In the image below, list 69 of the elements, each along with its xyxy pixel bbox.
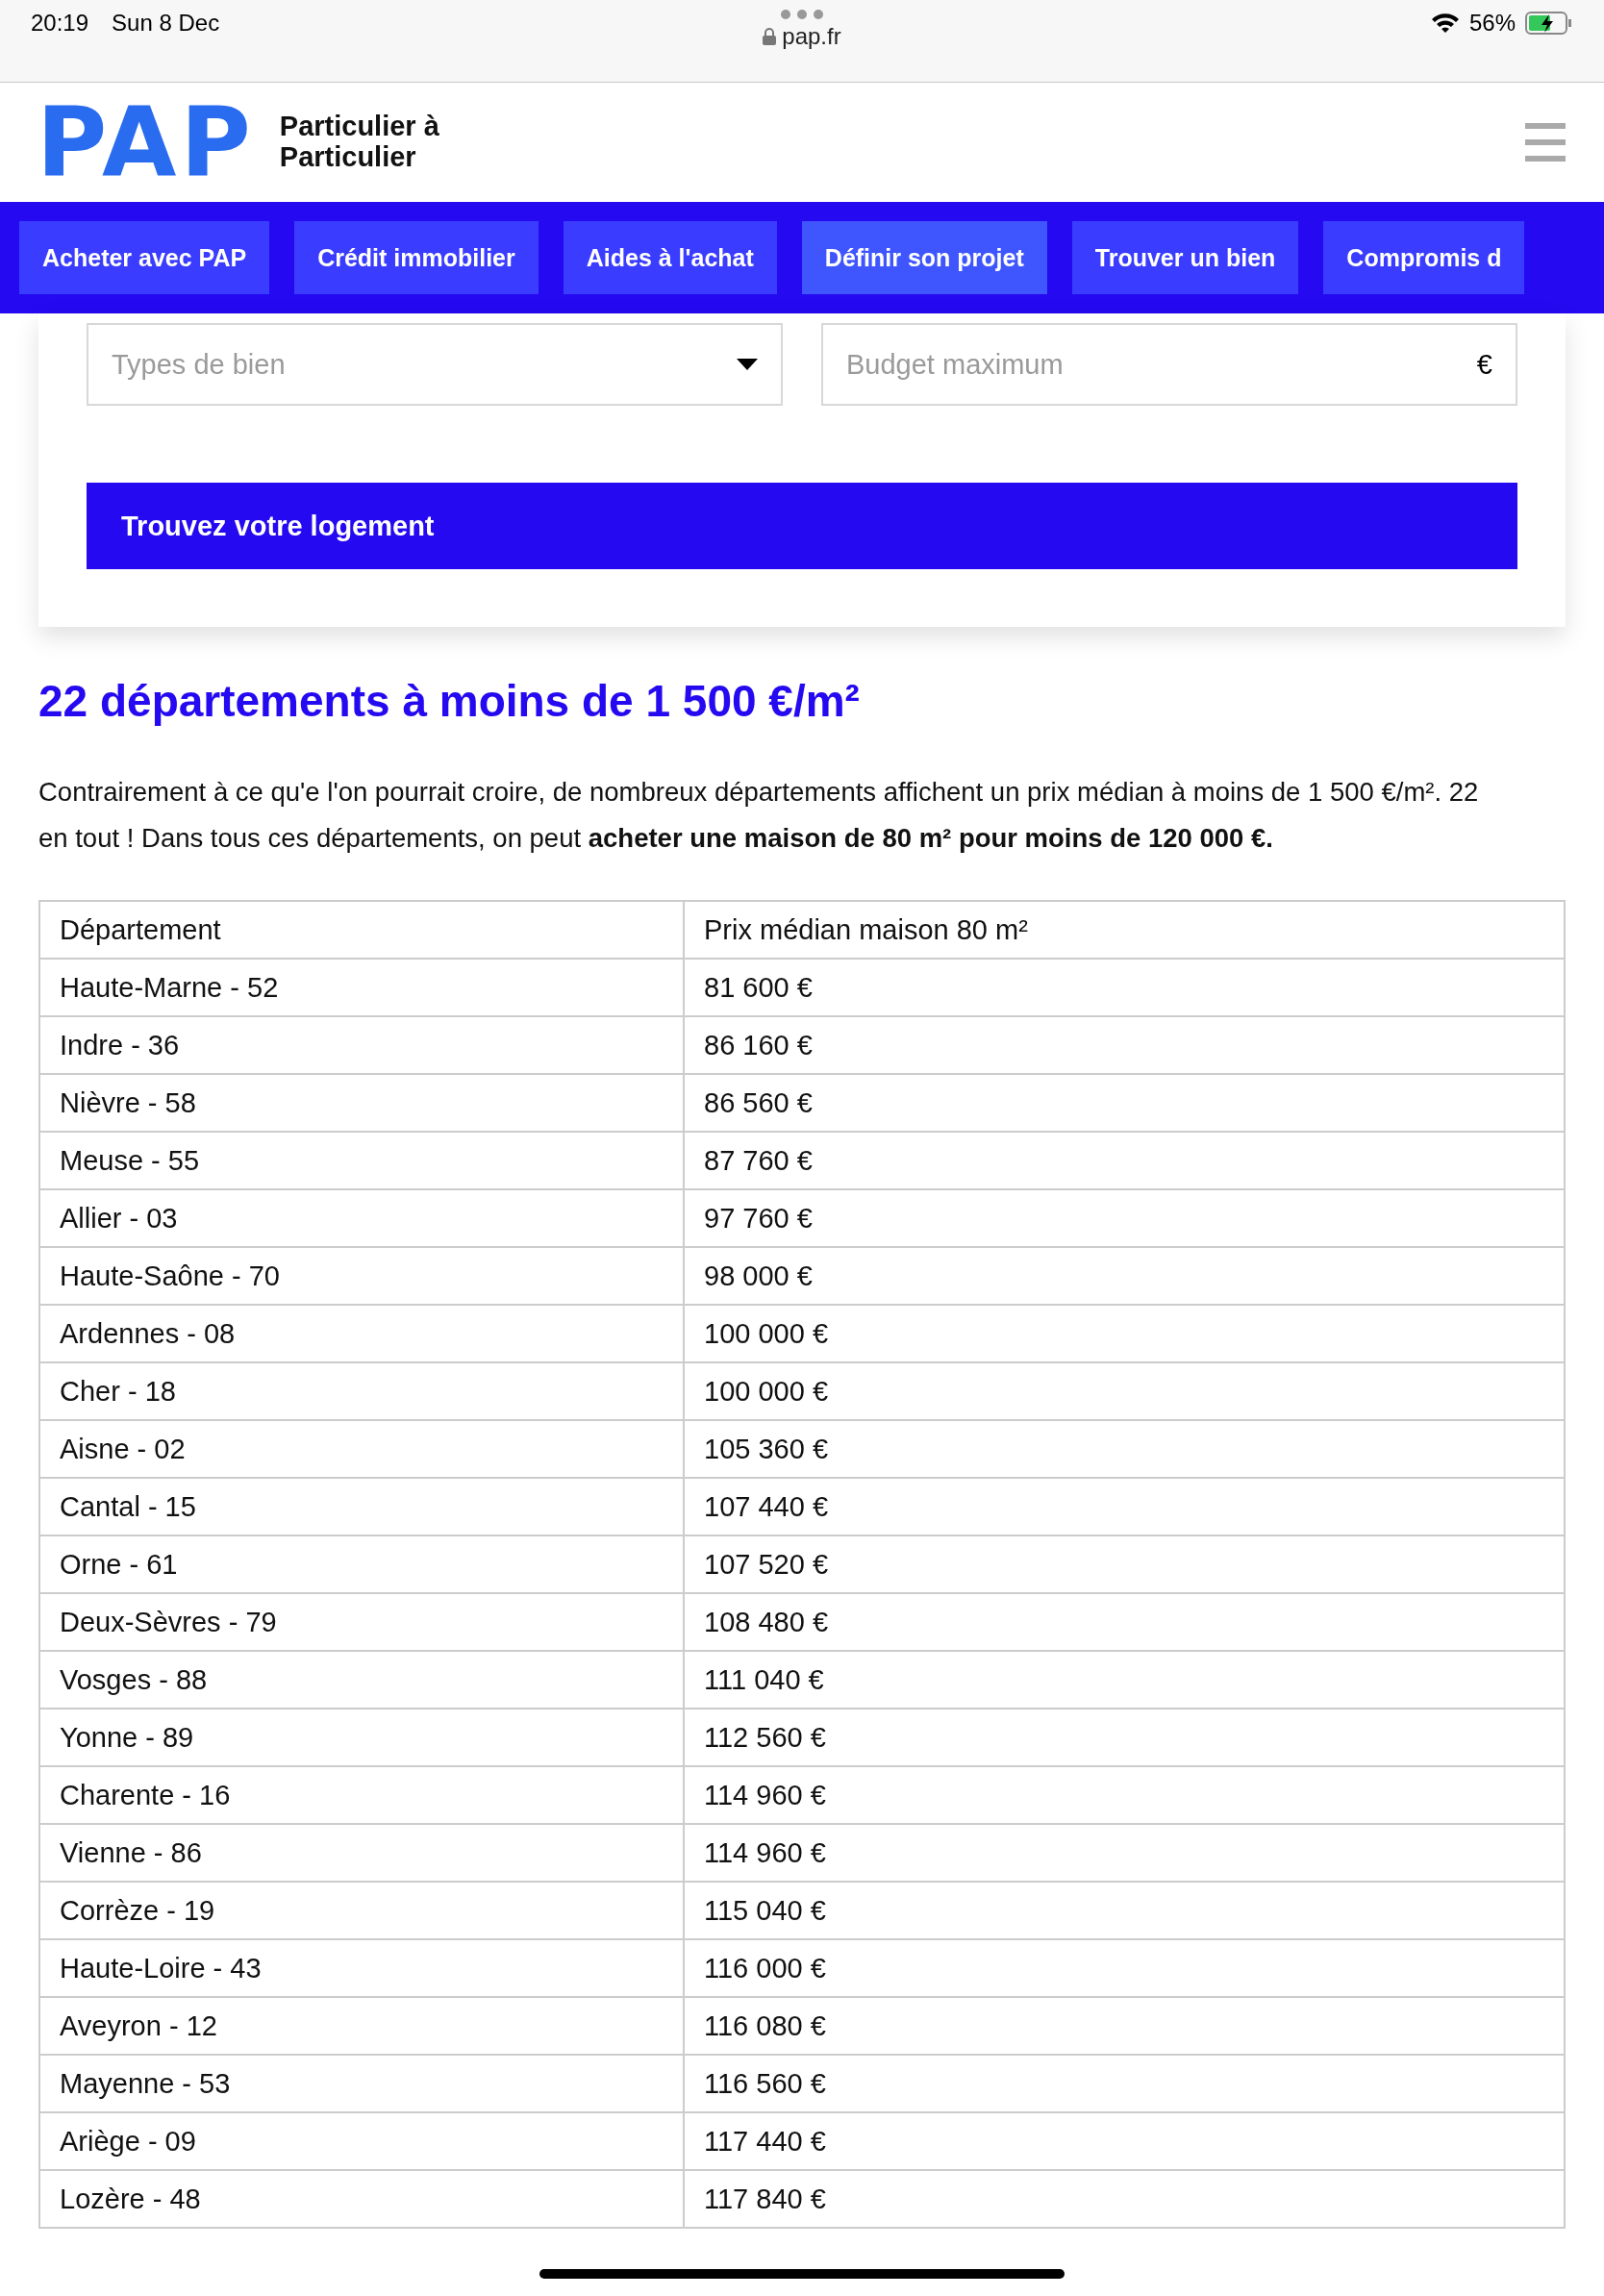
table-cell: 87 760 € [684,1132,1565,1189]
table-cell: Yonne - 89 [39,1709,684,1766]
table-cell: 114 960 € [684,1766,1565,1824]
logo[interactable]: PAP [37,94,255,190]
table-cell: 100 000 € [684,1305,1565,1362]
nav-tab[interactable]: Trouver un bien [1071,221,1299,294]
table-cell: Charente - 16 [39,1766,684,1824]
table-cell: 97 760 € [684,1189,1565,1247]
table-cell: Haute-Loire - 43 [39,1939,684,1997]
table-cell: Ardennes - 08 [39,1305,684,1362]
table-cell: Vosges - 88 [39,1651,684,1709]
table-cell: 86 160 € [684,1016,1565,1074]
table-cell: Meuse - 55 [39,1132,684,1189]
url-text[interactable]: pap.fr [782,23,841,50]
nav-tab[interactable]: Aides à l'achat [563,221,777,294]
table-cell: 117 840 € [684,2170,1565,2228]
logo-tagline: Particulier à Particulier [279,112,440,173]
table-cell: 86 560 € [684,1074,1565,1132]
table-cell: 100 000 € [684,1362,1565,1420]
nav-tab[interactable]: Compromis d [1323,221,1525,294]
table-cell: Aisne - 02 [39,1420,684,1478]
table-cell: Lozère - 48 [39,2170,684,2228]
table-cell: Allier - 03 [39,1189,684,1247]
status-time: 20:19 [31,10,89,37]
battery-percent: 56% [1468,10,1516,37]
column-header: Département [39,901,684,959]
table-cell: Aveyron - 12 [39,1997,684,2055]
table-cell: 112 560 € [684,1709,1565,1766]
table-cell: 115 040 € [684,1882,1565,1939]
table-cell: 107 440 € [684,1478,1565,1535]
budget-field[interactable]: Budget maximum € [821,323,1517,406]
dropdown-icon [737,359,758,370]
table-cell: 98 000 € [684,1247,1565,1305]
table-cell: 107 520 € [684,1535,1565,1593]
table-cell: 81 600 € [684,959,1565,1016]
table-cell: Haute-Saône - 70 [39,1247,684,1305]
table-cell: Mayenne - 53 [39,2055,684,2112]
table-cell: Cher - 18 [39,1362,684,1420]
search-button[interactable]: Trouvez votre logement [87,483,1517,569]
status-date: Sun 8 Dec [112,10,220,37]
menu-icon[interactable] [1525,123,1566,162]
table-cell: 114 960 € [684,1824,1565,1882]
table-cell: 117 440 € [684,2112,1565,2170]
nav-tab[interactable]: Crédit immobilier [294,221,539,294]
table-cell: 116 000 € [684,1939,1565,1997]
battery-charging-icon [1525,12,1573,35]
table-cell: 116 560 € [684,2055,1565,2112]
intro-paragraph: Contrairement à ce qu'e l'on pourrait croire, de nombreux départements affichent un prix médian à moins de 1 500 €/m². 22 en tout ! Dans tous ces départements, on peut acheter une maison de 80 m² pour moins de 120 000 €. [38,776,1480,855]
table-cell: Ariège - 09 [39,2112,684,2170]
column-header: Prix médian maison 80 m² [684,901,1565,959]
table-cell: Nièvre - 58 [39,1074,684,1132]
more-icon[interactable] [781,10,823,19]
euro-unit: € [1476,348,1492,381]
table-cell: Indre - 36 [39,1016,684,1074]
table-cell: Orne - 61 [39,1535,684,1593]
lock-icon [763,28,777,45]
table-cell: 116 080 € [684,1997,1565,2055]
table-cell: 105 360 € [684,1420,1565,1478]
table-cell: Haute-Marne - 52 [39,959,684,1016]
table-cell: Cantal - 15 [39,1478,684,1535]
table-cell: Deux-Sèvres - 79 [39,1593,684,1651]
nav-tab[interactable]: Définir son projet [801,221,1047,294]
nav-tab[interactable]: Acheter avec PAP [19,221,270,294]
table-cell: 111 040 € [684,1651,1565,1709]
table-cell: 108 480 € [684,1593,1565,1651]
table-cell: Vienne - 86 [39,1824,684,1882]
table-cell: Corrèze - 19 [39,1882,684,1939]
wifi-icon [1430,12,1460,34]
section-heading: 22 départements à moins de 1 500 €/m² [38,675,861,727]
